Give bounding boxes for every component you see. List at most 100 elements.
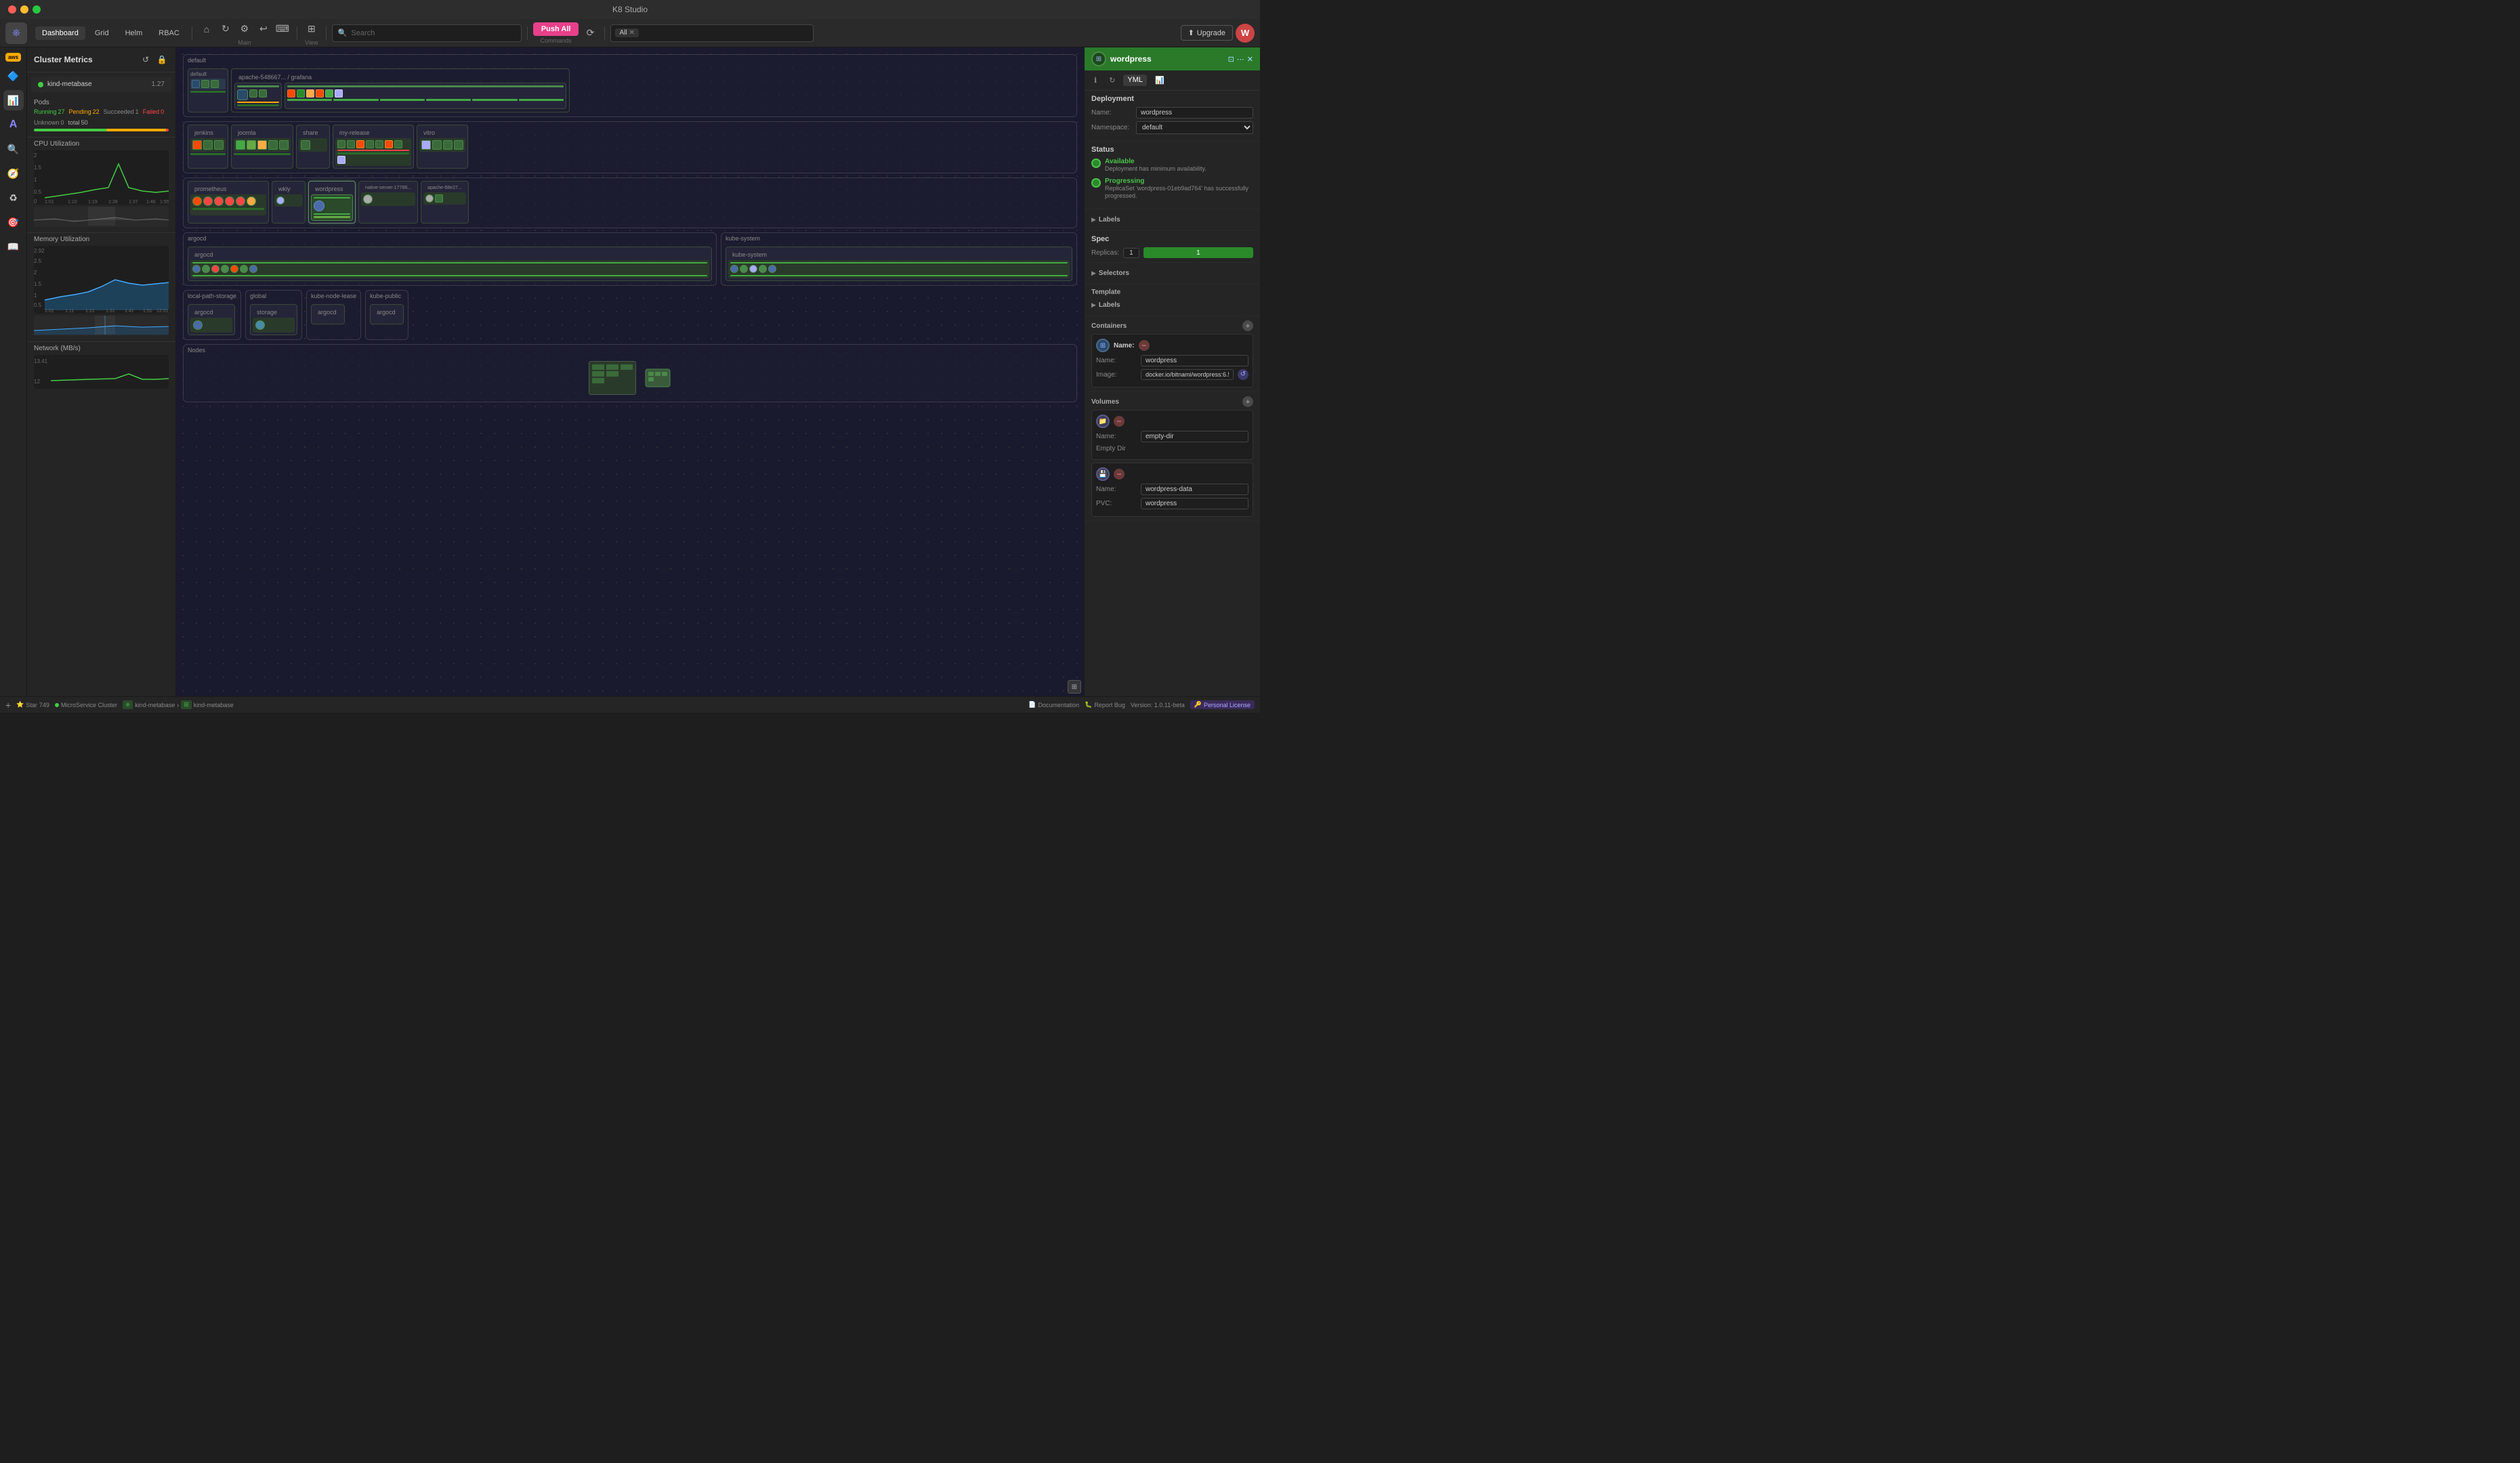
pod-icon (276, 196, 285, 205)
svg-text:1:01: 1:01 (45, 309, 54, 314)
ns-content-global: storage (246, 301, 301, 339)
app-logo: ⎈ (5, 22, 27, 44)
sidebar-icon-lens[interactable]: 🔍 (3, 139, 24, 159)
pod-icon (385, 140, 393, 148)
namespace-filter[interactable]: All ✕ (610, 24, 814, 42)
vol2-pvc-input[interactable] (1141, 498, 1248, 509)
copy-icon[interactable]: ⊡ (1228, 55, 1234, 64)
breadcrumb: ⎈ kind-metabase › ⊞ kind-metabase (123, 700, 234, 709)
pod-icon (221, 265, 229, 273)
rp-tab-refresh[interactable]: ↻ (1105, 75, 1119, 86)
rp-tab-yml[interactable]: YML (1123, 75, 1147, 86)
traffic-lights (8, 5, 41, 14)
add-button[interactable]: + (5, 700, 11, 711)
name-input[interactable] (1136, 107, 1253, 119)
deploy-box-myrelease[interactable]: my-release (333, 125, 414, 169)
maximize-button[interactable] (33, 5, 41, 14)
namespace-select[interactable]: default (1136, 121, 1253, 134)
sidebar-icon-dashboard[interactable]: 📊 (3, 90, 24, 110)
service-bar (190, 91, 226, 93)
vol2-name-label: Name: (1096, 486, 1137, 493)
sidebar-icon-refresh-circle[interactable]: ♻ (3, 188, 24, 208)
sidebar-icon-target[interactable]: 🎯 (3, 212, 24, 232)
view-icon[interactable]: ⊞ (303, 20, 320, 38)
minimize-button[interactable] (20, 5, 28, 14)
add-volume-button[interactable]: + (1242, 396, 1253, 407)
remove-volume-2-button[interactable]: − (1114, 469, 1125, 480)
pod-row (255, 320, 292, 330)
image-action-button[interactable]: ↺ (1238, 369, 1248, 380)
deploy-box-joomla[interactable]: joomla (231, 125, 293, 169)
remove-container-button[interactable]: − (1139, 340, 1150, 351)
deploy-box-kubepublic[interactable]: argocd (370, 304, 404, 324)
svg-text:1: 1 (34, 177, 37, 183)
refresh-icon[interactable]: ↻ (217, 20, 234, 38)
deploy-box-global[interactable]: storage (250, 304, 297, 335)
deploy-box-kubesystem-inner[interactable]: kube-system (726, 247, 1072, 281)
terminal-icon[interactable]: ⌨ (274, 20, 291, 38)
rp-tab-chart[interactable]: 📊 (1151, 75, 1169, 86)
canvas-area[interactable]: default default (176, 47, 1084, 696)
vol1-name-input[interactable] (1141, 431, 1248, 442)
pod-icon (337, 140, 345, 148)
container-name-input[interactable] (1141, 355, 1248, 366)
add-container-button[interactable]: + (1242, 320, 1253, 331)
close-button[interactable] (8, 5, 16, 14)
sidebar-icon-cluster[interactable]: 🔷 (3, 66, 24, 86)
star-item[interactable]: ⭐ Star 749 (16, 701, 49, 708)
deploy-box-native[interactable]: native-server-17788... (358, 181, 418, 224)
nav-tab-rbac[interactable]: RBAC (152, 26, 186, 40)
undo-icon[interactable]: ↩ (255, 20, 272, 38)
ns-label-argocd: argocd (184, 233, 716, 244)
vol2-name-input[interactable] (1141, 484, 1248, 495)
remove-volume-1-button[interactable]: − (1114, 416, 1125, 427)
upgrade-button[interactable]: ⬆ Upgrade (1181, 25, 1233, 41)
fit-button[interactable]: ⊞ (1068, 680, 1081, 694)
sync-icon[interactable]: ⟳ (581, 24, 599, 42)
deploy-box-prometheus[interactable]: prometheus (188, 181, 269, 224)
memory-section: Memory Utilization 2.92 2.5 2 1.5 1 0.5 … (27, 232, 175, 339)
selectors-collapsible[interactable]: ▶ Selectors (1091, 267, 1253, 280)
pod-row (236, 140, 289, 150)
reset-icon[interactable]: ↺ (139, 53, 152, 66)
user-avatar[interactable]: W (1236, 24, 1255, 43)
pod-icon (225, 196, 234, 206)
nav-tab-dashboard[interactable]: Dashboard (35, 26, 85, 40)
deploy-box-share[interactable]: share (296, 125, 330, 169)
status-progressing-info: Progressing ReplicaSet 'wordpress-01eb9a… (1105, 177, 1253, 200)
ns-label-kubenode: kube-node-lease (307, 291, 360, 301)
deploy-box-kubenode[interactable]: argocd (311, 304, 345, 324)
deploy-box-apache2[interactable]: apache-68e27... (421, 181, 469, 224)
labels-sub-collapsible[interactable]: ▶ Labels (1091, 299, 1253, 312)
deploy-box-vitro[interactable]: vitro (417, 125, 468, 169)
report-item[interactable]: 🐛 Report Bug (1085, 701, 1125, 708)
deploy-box-apache[interactable] (234, 83, 282, 109)
labels-collapsible[interactable]: ▶ Labels (1091, 213, 1253, 226)
lock-icon[interactable]: 🔒 (155, 53, 169, 66)
home-icon[interactable]: ⌂ (198, 20, 215, 38)
selectors-title: Selectors (1099, 270, 1129, 277)
more-icon[interactable]: ⋯ (1237, 55, 1244, 64)
nav-tab-helm[interactable]: Helm (119, 26, 150, 40)
deploy-box-default[interactable]: default (188, 68, 228, 112)
push-all-button[interactable]: Push All (533, 22, 579, 36)
nav-tab-grid[interactable]: Grid (88, 26, 116, 40)
search-bar[interactable]: 🔍 Search (332, 24, 522, 42)
deploy-box-jenkins[interactable]: jenkins (188, 125, 228, 169)
sidebar-icon-letter-a[interactable]: A (3, 114, 24, 135)
deploy-box-wkly[interactable]: wkly (272, 181, 306, 224)
sidebar-icon-compass[interactable]: 🧭 (3, 163, 24, 184)
rp-tab-info[interactable]: ℹ (1090, 75, 1101, 86)
ns-close-icon[interactable]: ✕ (629, 29, 635, 37)
deploy-box-grafana[interactable] (285, 83, 566, 109)
name-label: Name: (1091, 109, 1132, 116)
deploy-box-argocd-inner[interactable]: argocd (188, 247, 712, 281)
deploy-box-wordpress[interactable]: wordpress (308, 181, 356, 224)
memory-mini-svg (34, 316, 169, 335)
docs-item[interactable]: 📄 Documentation (1028, 701, 1079, 708)
container-image-input[interactable] (1141, 369, 1234, 380)
deploy-box-local[interactable]: argocd (188, 304, 235, 335)
close-panel-icon[interactable]: ✕ (1247, 55, 1253, 64)
sidebar-icon-book[interactable]: 📖 (3, 236, 24, 257)
settings-icon[interactable]: ⚙ (236, 20, 253, 38)
